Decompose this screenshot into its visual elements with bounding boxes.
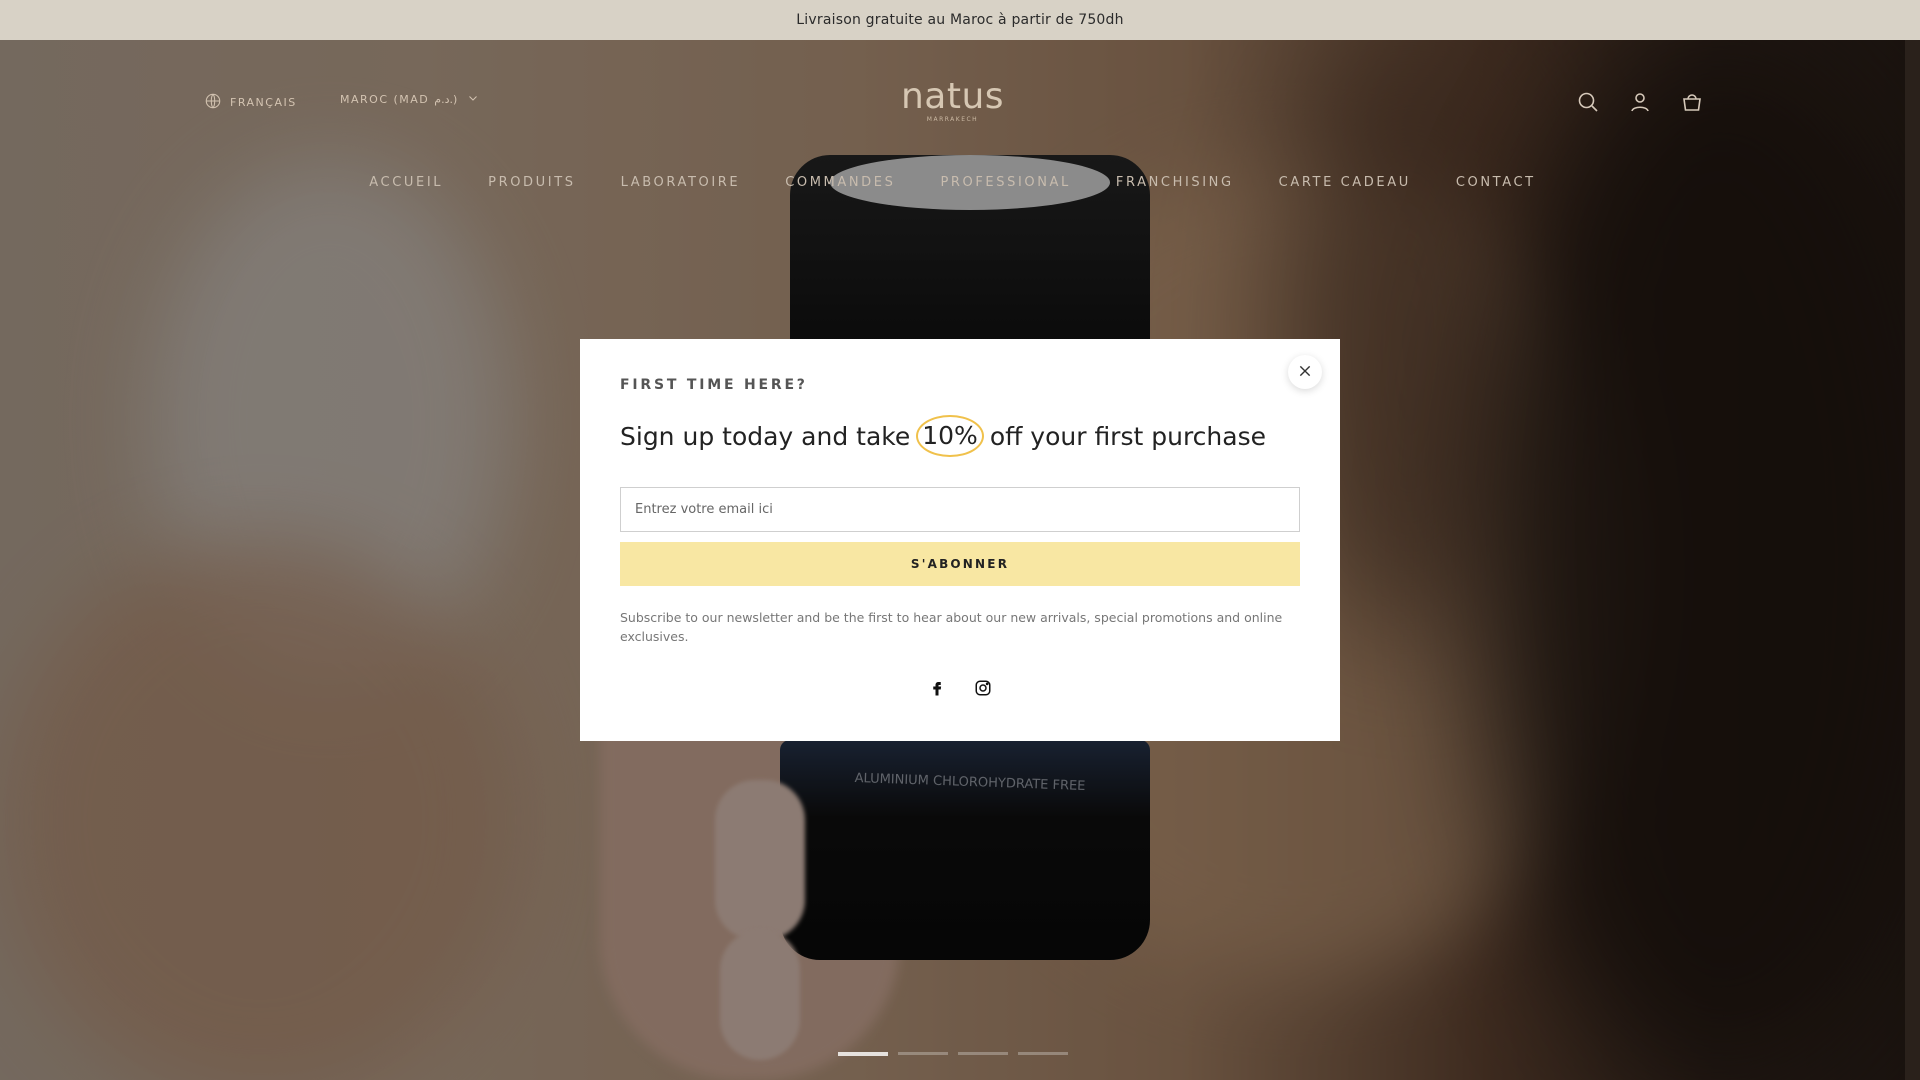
- currency-label: MAROC (MAD د.م.): [340, 93, 459, 106]
- email-field[interactable]: [620, 487, 1300, 532]
- account-icon[interactable]: [1628, 90, 1652, 118]
- social-links: [580, 678, 1340, 698]
- slider-dot[interactable]: [1018, 1052, 1068, 1055]
- nav-item-commandes[interactable]: COMMANDES: [785, 175, 895, 190]
- main-navigation: ACCUEIL PRODUITS LABORATOIRE COMMANDES P…: [0, 175, 1905, 190]
- logo-wordmark: natus: [900, 76, 1005, 117]
- search-icon[interactable]: [1576, 90, 1600, 118]
- instagram-icon[interactable]: [973, 678, 993, 698]
- language-label: FRANÇAIS: [230, 96, 297, 109]
- announcement-bar: Livraison gratuite au Maroc à partir de …: [0, 0, 1920, 40]
- nav-item-carte-cadeau[interactable]: CARTE CADEAU: [1279, 175, 1411, 190]
- popup-eyebrow: FIRST TIME HERE?: [620, 377, 808, 393]
- nav-item-franchising[interactable]: FRANCHISING: [1116, 175, 1234, 190]
- nav-item-professional[interactable]: PROFESSIONAL: [940, 175, 1070, 190]
- popup-headline: Sign up today and take 10% off your firs…: [620, 415, 1300, 457]
- currency-selector[interactable]: MAROC (MAD د.م.): [340, 92, 479, 107]
- language-selector[interactable]: FRANÇAIS: [204, 92, 297, 113]
- slider-pagination: [838, 1052, 1068, 1056]
- chevron-down-icon: [467, 92, 479, 107]
- site-logo[interactable]: natus MARRAKECH: [890, 76, 1015, 124]
- headline-text-end: off your first purchase: [989, 421, 1266, 451]
- globe-icon: [204, 92, 222, 113]
- nav-item-produits[interactable]: PRODUITS: [488, 175, 575, 190]
- headline-text: Sign up today and take: [620, 421, 911, 451]
- facebook-icon[interactable]: [927, 678, 947, 698]
- slider-dot[interactable]: [958, 1052, 1008, 1055]
- announcement-text: Livraison gratuite au Maroc à partir de …: [796, 12, 1124, 28]
- newsletter-popup: FIRST TIME HERE? Sign up today and take …: [580, 339, 1340, 741]
- close-icon: [1298, 363, 1312, 382]
- nav-item-laboratoire[interactable]: LABORATOIRE: [621, 175, 741, 190]
- slider-dot[interactable]: [838, 1052, 888, 1056]
- logo-tagline: MARRAKECH: [926, 116, 979, 123]
- cart-icon[interactable]: [1680, 90, 1704, 118]
- close-button[interactable]: [1288, 355, 1322, 389]
- site-header: FRANÇAIS MAROC (MAD د.م.) natus MARRAKEC…: [0, 40, 1905, 220]
- discount-highlight: 10%: [916, 415, 984, 457]
- header-actions: [1576, 90, 1704, 118]
- slider-dot[interactable]: [898, 1052, 948, 1055]
- nav-item-accueil[interactable]: ACCUEIL: [369, 175, 443, 190]
- popup-disclaimer: Subscribe to our newsletter and be the f…: [620, 610, 1283, 644]
- subscribe-button[interactable]: S'ABONNER: [620, 542, 1300, 586]
- nav-item-contact[interactable]: CONTACT: [1456, 175, 1536, 190]
